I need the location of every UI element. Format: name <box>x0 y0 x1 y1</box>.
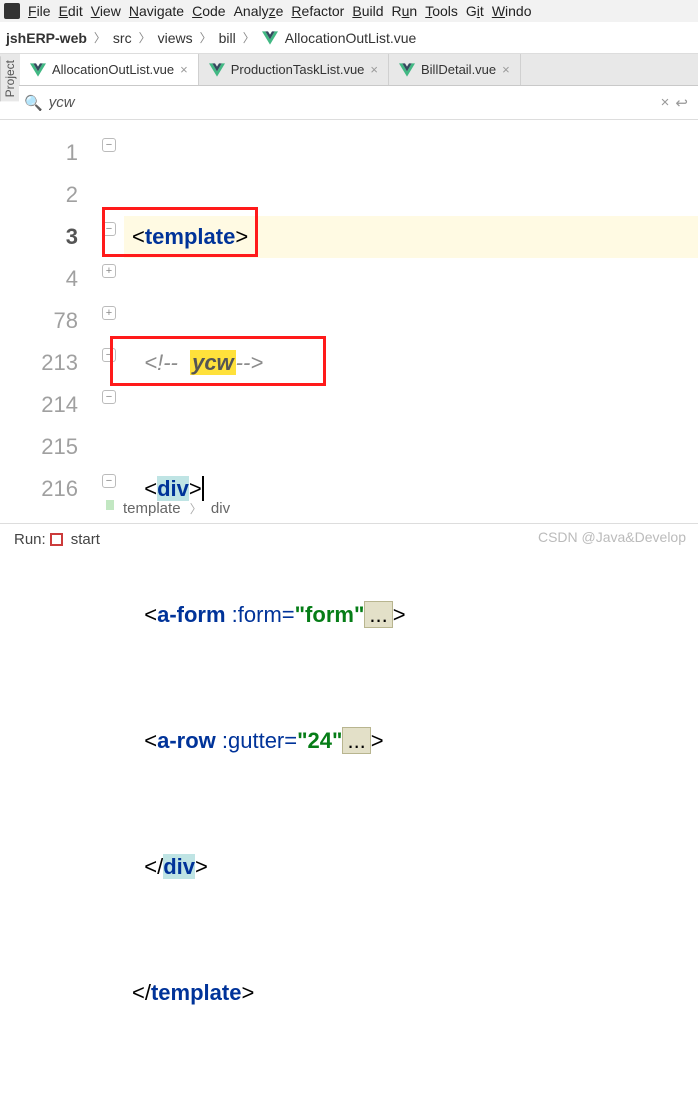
code-line: <!-- ycw--> <box>132 342 698 384</box>
menu-code[interactable]: Code <box>192 3 225 19</box>
menu-file[interactable]: File <box>28 3 51 19</box>
tab-bill-detail[interactable]: BillDetail.vue × <box>389 54 521 85</box>
crumb-project[interactable]: jshERP-web <box>6 30 87 46</box>
vue-file-icon <box>262 31 278 45</box>
chevron-right-icon: 〉 <box>200 29 212 46</box>
folded-code-icon[interactable]: ... <box>342 727 370 754</box>
vue-file-icon <box>30 63 46 77</box>
vue-file-icon <box>209 63 225 77</box>
code-content[interactable]: <template> <!-- ycw--> <div>​ <a-form :f… <box>96 120 698 500</box>
line-number-gutter: 1 2 3 4 78 213 214 215 216 <box>0 120 96 500</box>
menu-build[interactable]: Build <box>352 3 383 19</box>
chevron-right-icon: 〉 <box>139 29 151 46</box>
code-line: <a-row :gutter="24"...> <box>132 720 698 762</box>
nav-breadcrumbs: jshERP-web 〉 src 〉 views 〉 bill 〉 Alloca… <box>0 22 698 54</box>
run-label: Run: <box>14 531 46 548</box>
back-icon[interactable]: ↩ <box>675 94 688 112</box>
menu-window[interactable]: Windo <box>492 3 532 19</box>
line-number: 4 <box>0 258 78 300</box>
chevron-right-icon: 〉 <box>243 29 255 46</box>
tab-label: ProductionTaskList.vue <box>231 62 365 77</box>
line-number: 78 <box>0 300 78 342</box>
line-number: 2 <box>0 174 78 216</box>
menu-edit[interactable]: Edit <box>59 3 83 19</box>
tab-label: AllocationOutList.vue <box>52 62 174 77</box>
close-icon[interactable]: × <box>180 62 188 77</box>
code-line: <template> <box>132 216 698 258</box>
line-number: 213 <box>0 342 78 384</box>
folded-code-icon[interactable]: ... <box>364 601 392 628</box>
main-menu-bar: File Edit View Navigate Code Analyze Ref… <box>0 0 698 22</box>
crumb-file[interactable]: AllocationOutList.vue <box>285 30 417 46</box>
close-icon[interactable]: × <box>370 62 378 77</box>
code-line: </template> <box>132 972 698 1014</box>
menu-tools[interactable]: Tools <box>425 3 458 19</box>
code-editor[interactable]: 1 2 3 4 78 213 214 215 216 <template> <!… <box>0 120 698 500</box>
run-config-name[interactable]: start <box>71 531 100 548</box>
menu-git[interactable]: Git <box>466 3 484 19</box>
menu-navigate[interactable]: Navigate <box>129 3 184 19</box>
search-match: ycw <box>190 350 236 375</box>
line-number: 214 <box>0 384 78 426</box>
editor-tabs: AllocationOutList.vue × ProductionTaskLi… <box>0 54 698 86</box>
line-number: 3 <box>0 216 78 258</box>
line-number: 216 <box>0 468 78 510</box>
app-icon <box>4 3 20 19</box>
crumb-src[interactable]: src <box>113 30 132 46</box>
find-in-file-bar: 🔍 × ↩ <box>0 86 698 120</box>
search-icon: 🔍 <box>24 94 43 112</box>
tab-production-task-list[interactable]: ProductionTaskList.vue × <box>199 54 389 85</box>
menu-analyze[interactable]: Analyze <box>234 3 284 19</box>
menu-run[interactable]: Run <box>392 3 418 19</box>
line-number: 215 <box>0 426 78 468</box>
close-icon[interactable]: × <box>502 62 510 77</box>
code-line: <a-form :form="form"...> <box>132 594 698 636</box>
menu-view[interactable]: View <box>91 3 121 19</box>
crumb-bill[interactable]: bill <box>219 30 236 46</box>
close-search-button[interactable]: × <box>661 94 670 111</box>
menu-refactor[interactable]: Refactor <box>291 3 344 19</box>
vue-file-icon <box>399 63 415 77</box>
watermark: CSDN @Java&Develop <box>538 529 686 545</box>
project-toolwindow-tab[interactable]: Project <box>0 56 19 101</box>
chevron-right-icon: 〉 <box>94 29 106 46</box>
crumb-views[interactable]: views <box>158 30 193 46</box>
tab-allocation-out-list[interactable]: AllocationOutList.vue × <box>20 54 199 85</box>
tab-label: BillDetail.vue <box>421 62 496 77</box>
code-line: <!--power by jishenghua--> <box>132 1098 698 1110</box>
search-input[interactable] <box>49 94 655 111</box>
code-line: <div>​ <box>132 468 698 510</box>
stop-icon[interactable] <box>50 533 63 546</box>
code-line: </div> <box>132 846 698 888</box>
line-number: 1 <box>0 132 78 174</box>
